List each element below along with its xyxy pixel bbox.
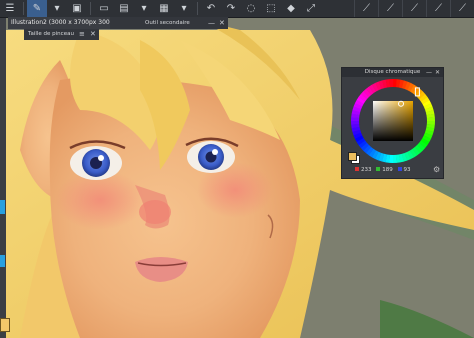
- sub-tool-panel-header[interactable]: Outil secondaire — ✕: [110, 17, 228, 29]
- panel-title: Taille de pinceau: [28, 31, 74, 37]
- snapshot-icon[interactable]: ▣: [67, 0, 87, 17]
- open-file-icon[interactable]: ▤: [114, 0, 134, 17]
- lasso-icon[interactable]: ◌: [241, 0, 261, 17]
- pen-icon[interactable]: ⟋: [426, 0, 450, 17]
- toolbar-right-group: ⟋ ⟋ ⟋ ⟋ ⟋: [354, 0, 474, 17]
- panel-title: Disque chromatique: [364, 69, 421, 75]
- menu-icon[interactable]: ☰: [0, 0, 20, 17]
- color-wheel-panel: Disque chromatique — ✕ ⚙ 233 189 93: [341, 67, 444, 179]
- panel-menu-icon[interactable]: ≡: [79, 29, 85, 40]
- pen-icon[interactable]: ⟋: [450, 0, 474, 17]
- brush-size-panel-header[interactable]: Taille de pinceau ≡ ✕: [24, 29, 99, 40]
- panel-title: Outil secondaire: [145, 20, 190, 26]
- green-value: 189: [382, 167, 393, 173]
- chevron-down-icon[interactable]: ▾: [134, 0, 154, 17]
- side-tab-indicator[interactable]: [0, 200, 5, 214]
- ruler-icon[interactable]: ⟋: [354, 0, 378, 17]
- red-indicator: [355, 167, 359, 171]
- left-tool-strip: [0, 18, 6, 338]
- close-icon[interactable]: ✕: [219, 17, 225, 29]
- brush-tool-icon[interactable]: ✎: [27, 0, 47, 17]
- green-indicator: [376, 167, 381, 171]
- redo-icon[interactable]: ↷: [221, 0, 241, 17]
- blue-indicator: [397, 167, 402, 171]
- color-swatches: [348, 152, 360, 164]
- eye-highlight: [212, 149, 218, 155]
- chevron-down-icon[interactable]: ▾: [47, 0, 67, 17]
- toolbar-divider: [90, 2, 91, 15]
- red-value: 233: [361, 167, 372, 173]
- transform-icon[interactable]: ⤢: [301, 0, 321, 17]
- eye-highlight: [98, 155, 104, 161]
- undo-icon[interactable]: ↶: [201, 0, 221, 17]
- pen-icon[interactable]: ⟋: [402, 0, 426, 17]
- fill-icon[interactable]: ◆: [281, 0, 301, 17]
- rgb-readout: 233 189 93: [352, 167, 411, 174]
- toolbar-divider: [23, 2, 24, 15]
- close-icon[interactable]: ✕: [90, 29, 96, 40]
- pen-icon[interactable]: ⟋: [378, 0, 402, 17]
- toolbar-divider: [197, 2, 198, 15]
- document-tab[interactable]: Illustration2 (3000 x 3700px 300ppp: [8, 17, 110, 29]
- selection-icon[interactable]: ⬚: [261, 0, 281, 17]
- settings-icon[interactable]: ⚙: [433, 165, 440, 174]
- chevron-down-icon[interactable]: ▾: [174, 0, 194, 17]
- collapse-icon[interactable]: —: [208, 17, 215, 29]
- close-icon[interactable]: ✕: [435, 68, 440, 77]
- color-wheel[interactable]: [350, 78, 436, 164]
- main-color-swatch[interactable]: [348, 152, 357, 161]
- side-tab-indicator[interactable]: [0, 255, 5, 267]
- main-toolbar: ☰ ✎ ▾ ▣ ▭ ▤ ▾ ▦ ▾ ↶ ↷ ◌ ⬚ ◆ ⤢ ⟋ ⟋ ⟋ ⟋ ⟋: [0, 0, 474, 18]
- save-icon[interactable]: ▦: [154, 0, 174, 17]
- current-color-swatch[interactable]: [0, 318, 10, 332]
- new-file-icon[interactable]: ▭: [94, 0, 114, 17]
- blue-value: 93: [403, 167, 411, 173]
- collapse-icon[interactable]: —: [426, 68, 432, 77]
- nose-tip: [139, 200, 171, 224]
